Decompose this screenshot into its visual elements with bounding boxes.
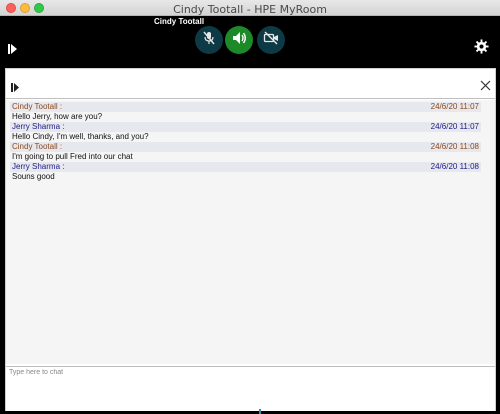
message-sender: Cindy Tootall :	[12, 102, 63, 111]
settings-gear-icon[interactable]	[474, 39, 489, 59]
message-timestamp: 24/6/20 11:07	[430, 122, 479, 131]
message-timestamp: 24/6/20 11:08	[430, 162, 479, 171]
chat-panel: Cindy Tootall : 24/6/20 11:07 Hello Jerry,…	[5, 68, 496, 411]
message-sender: Jerry Sharma :	[12, 162, 65, 171]
speaker-icon	[231, 30, 247, 51]
message-timestamp: 24/6/20 11:08	[430, 142, 479, 151]
presenter-name: Cindy Tootall	[154, 17, 205, 26]
panel-toggle-icon[interactable]	[8, 41, 17, 59]
chat-collapse-icon[interactable]	[11, 79, 19, 97]
window-close-button[interactable]	[6, 3, 16, 13]
speaker-toggle-button[interactable]	[225, 26, 253, 54]
window-titlebar: Cindy Tootall - HPE MyRoom	[0, 0, 500, 16]
chat-message: Jerry Sharma : 24/6/20 11:07 Hello Cindy, …	[10, 122, 481, 142]
chat-message-header: Jerry Sharma : 24/6/20 11:08	[10, 162, 481, 172]
mic-off-icon	[201, 30, 217, 51]
chat-message-header: Cindy Tootall : 24/6/20 11:07	[10, 102, 481, 112]
chat-message: Cindy Tootall : 24/6/20 11:07 Hello Jerry,…	[10, 102, 481, 122]
chat-input-area	[6, 366, 495, 411]
chat-header	[6, 69, 495, 99]
chat-message-header: Jerry Sharma : 24/6/20 11:07	[10, 122, 481, 132]
window-maximize-button[interactable]	[34, 3, 44, 13]
message-sender: Cindy Tootall :	[12, 142, 63, 151]
window-title: Cindy Tootall - HPE MyRoom	[173, 3, 327, 16]
resize-indicator	[259, 409, 261, 414]
chat-message: Cindy Tootall : 24/6/20 11:08 I'm going to…	[10, 142, 481, 162]
chat-message-list[interactable]: Cindy Tootall : 24/6/20 11:07 Hello Jerry,…	[6, 100, 495, 364]
message-text: I'm going to pull Fred into our chat	[12, 152, 133, 161]
window-minimize-button[interactable]	[20, 3, 30, 13]
message-timestamp: 24/6/20 11:07	[430, 102, 479, 111]
message-sender: Jerry Sharma :	[12, 122, 65, 131]
close-icon[interactable]	[480, 78, 491, 96]
mic-toggle-button[interactable]	[195, 26, 223, 54]
chat-input[interactable]	[9, 369, 489, 407]
video-off-icon	[263, 30, 279, 51]
message-text: Souns good	[12, 172, 55, 181]
message-text: Hello Cindy, I'm well, thanks, and you?	[12, 132, 149, 141]
message-text: Hello Jerry, how are you?	[12, 112, 103, 121]
video-toggle-button[interactable]	[257, 26, 285, 54]
chat-message-header: Cindy Tootall : 24/6/20 11:08	[10, 142, 481, 152]
chat-message: Jerry Sharma : 24/6/20 11:08 Souns good	[10, 162, 481, 182]
call-toolbar: Cindy Tootall	[0, 16, 500, 68]
